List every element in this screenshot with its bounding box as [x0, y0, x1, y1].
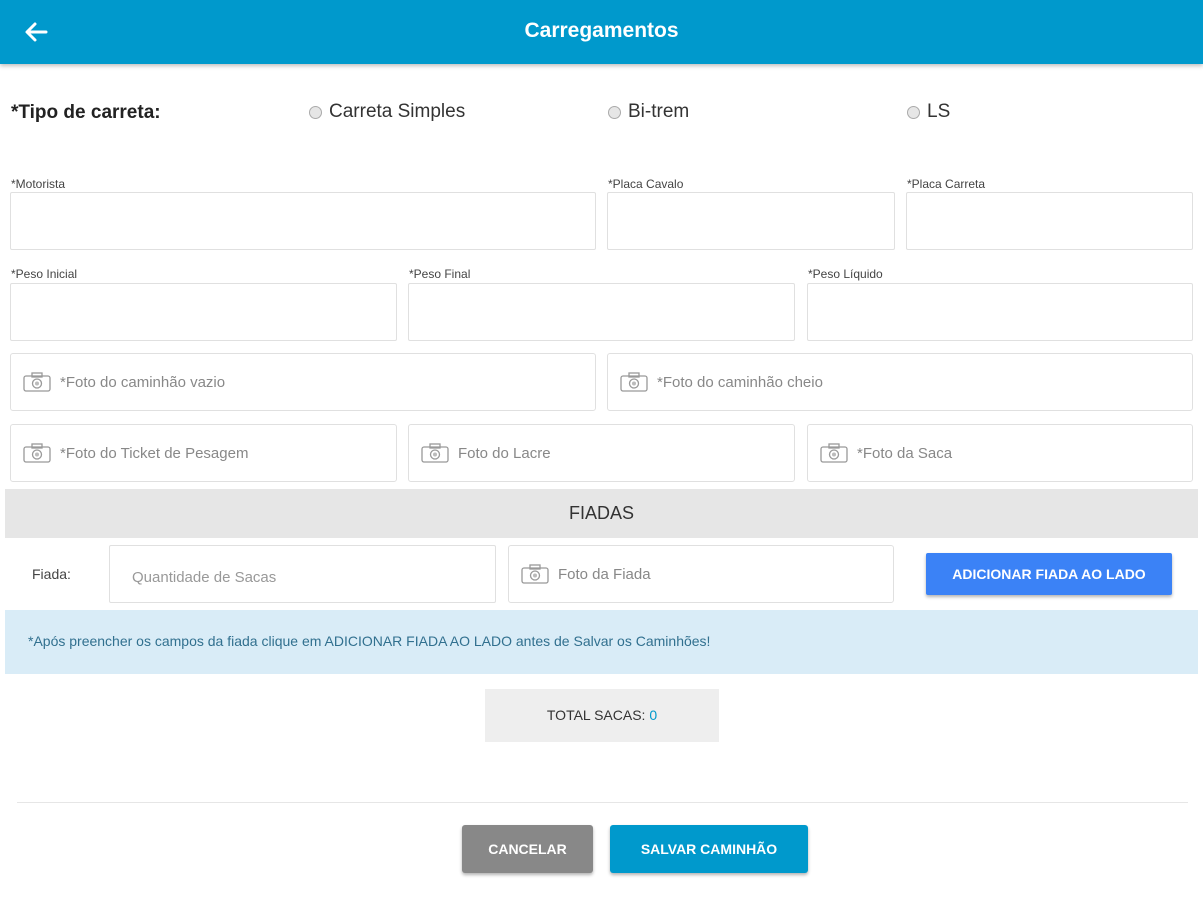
radio-label: Carreta Simples	[329, 101, 466, 122]
placa-cavalo-label: *Placa Cavalo	[608, 177, 684, 191]
total-sacas-label: TOTAL SACAS:	[546, 707, 650, 723]
page-title: Carregamentos	[524, 19, 679, 42]
peso-final-label: *Peso Final	[409, 267, 471, 281]
camera-icon	[521, 564, 549, 584]
foto-caminhao-cheio-label: *Foto do caminhão cheio	[657, 373, 823, 391]
fiadas-header: FIADAS	[5, 489, 1198, 538]
radio-bi-trem[interactable]: Bi-trem	[608, 101, 689, 123]
radio-label: LS	[927, 101, 951, 122]
motorista-label: *Motorista	[11, 177, 66, 191]
fiada-label: Fiada:	[32, 566, 71, 582]
radio-carreta-simples[interactable]: Carreta Simples	[309, 101, 465, 123]
peso-final-input[interactable]	[409, 284, 794, 340]
radio-label: Bi-trem	[628, 101, 690, 122]
quantidade-sacas-field-box	[109, 545, 496, 603]
adicionar-fiada-button[interactable]: ADICIONAR FIADA AO LADO	[926, 553, 1172, 595]
tipo-carreta-label: *Tipo de carreta:	[11, 102, 161, 123]
save-button[interactable]: SALVAR CAMINHÃO	[610, 825, 808, 873]
foto-caminhao-cheio-button[interactable]: *Foto do caminhão cheio	[607, 353, 1193, 411]
peso-inicial-field-box	[10, 283, 397, 341]
foto-ticket-pesagem-label: *Foto do Ticket de Pesagem	[60, 444, 249, 462]
foto-saca-label: *Foto da Saca	[857, 444, 953, 462]
foto-fiada-button[interactable]: Foto da Fiada	[508, 545, 894, 603]
foto-ticket-pesagem-button[interactable]: *Foto do Ticket de Pesagem	[10, 424, 397, 482]
placa-cavalo-input[interactable]	[608, 193, 894, 249]
info-alert: *Após preencher os campos da fiada cliqu…	[5, 610, 1198, 674]
total-sacas-value: 0	[649, 707, 658, 723]
peso-inicial-label: *Peso Inicial	[11, 267, 78, 281]
app-bar: Carregamentos	[0, 0, 1203, 64]
camera-icon	[23, 372, 51, 392]
radio-ls[interactable]: LS	[907, 101, 950, 123]
radio-circle	[907, 105, 920, 119]
peso-final-field-box	[408, 283, 795, 341]
peso-liquido-input[interactable]	[808, 284, 1192, 340]
foto-saca-button[interactable]: *Foto da Saca	[807, 424, 1193, 482]
placa-carreta-input[interactable]	[907, 193, 1192, 249]
peso-liquido-label: *Peso Líquido	[808, 267, 883, 281]
motorista-field-box	[10, 192, 596, 250]
quantidade-sacas-input[interactable]	[110, 546, 495, 602]
placa-carreta-field-box	[906, 192, 1193, 250]
camera-icon	[23, 443, 51, 463]
foto-fiada-label: Foto da Fiada	[558, 565, 651, 583]
divider	[17, 802, 1188, 803]
foto-caminhao-vazio-button[interactable]: *Foto do caminhão vazio	[10, 353, 596, 411]
camera-icon	[421, 443, 449, 463]
camera-icon	[820, 443, 848, 463]
radio-circle	[608, 105, 621, 119]
foto-lacre-label: Foto do Lacre	[458, 444, 551, 462]
peso-inicial-input[interactable]	[11, 284, 396, 340]
placa-cavalo-field-box	[607, 192, 895, 250]
placa-carreta-label: *Placa Carreta	[907, 177, 986, 191]
foto-lacre-button[interactable]: Foto do Lacre	[408, 424, 795, 482]
radio-circle	[309, 105, 322, 119]
foto-caminhao-vazio-label: *Foto do caminhão vazio	[60, 373, 226, 391]
motorista-input[interactable]	[11, 193, 595, 249]
cancel-button[interactable]: CANCELAR	[462, 825, 593, 873]
peso-liquido-field-box	[807, 283, 1193, 341]
total-sacas-box: TOTAL SACAS: 0	[485, 689, 719, 742]
camera-icon	[620, 372, 648, 392]
